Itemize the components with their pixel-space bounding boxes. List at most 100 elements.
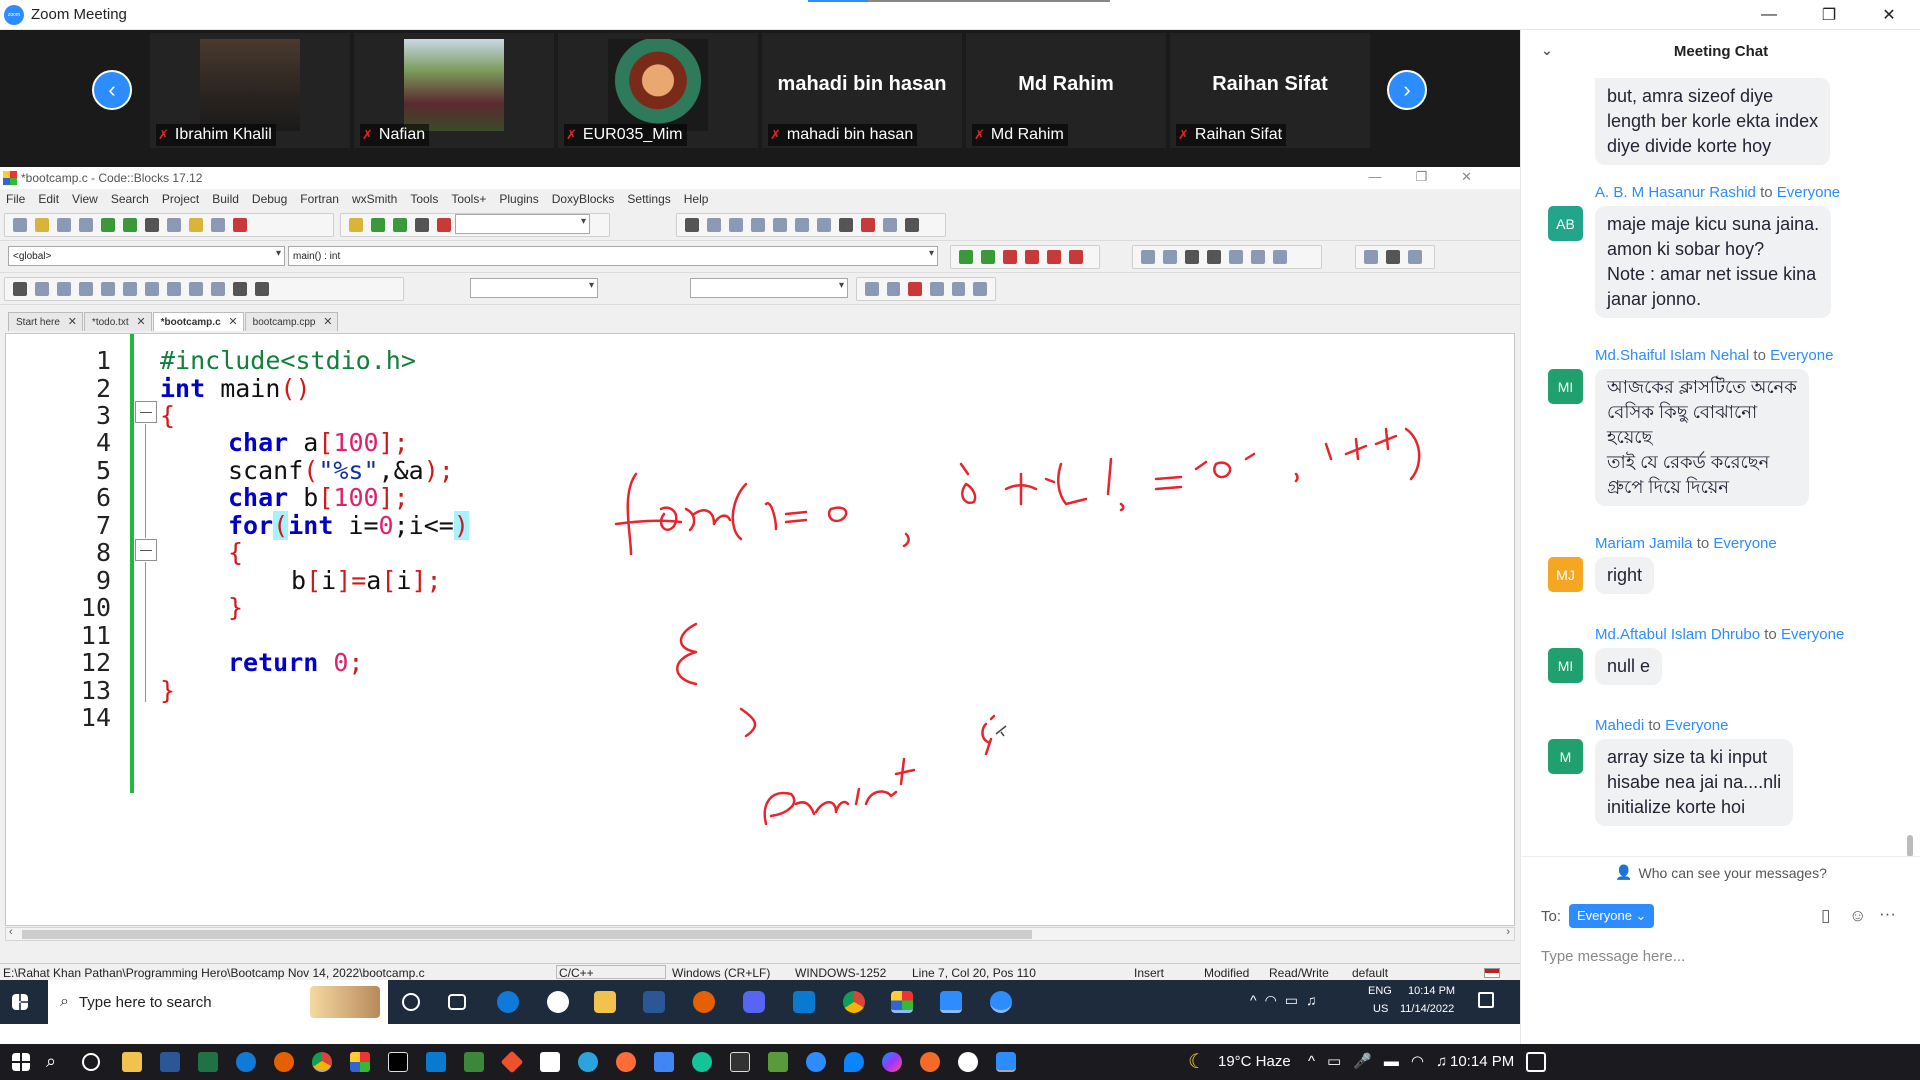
menu-settings[interactable]: Settings [627,192,670,206]
system-tray-icons[interactable]: ^▭🎤▬◠♫ [1308,1052,1459,1070]
message-sender[interactable]: A. B. M Hasanur Rashid to Everyone [1595,184,1840,201]
postman-icon[interactable] [616,1052,636,1072]
go-forward-icon[interactable] [1408,250,1422,264]
prev-bookmark-icon[interactable] [1025,250,1039,264]
tab-start-here[interactable]: Start here ✕ [8,312,83,331]
menu-wxsmith[interactable]: wxSmith [352,192,397,206]
remote-clock-date[interactable]: 11/14/2022 [1400,1003,1454,1015]
scope-combo[interactable]: <global> ▾ [8,246,285,266]
chat-scrollbar[interactable] [1907,835,1913,857]
privacy-info[interactable]: 👤 Who can see your messages? [1521,856,1920,888]
code-editor[interactable]: 1 2 3 4 5 6 7 8 9 10 11 12 13 14 #includ… [5,333,1515,926]
menu-tools-plus[interactable]: Tools+ [451,192,486,206]
app-icon[interactable] [547,991,569,1013]
run-chm-icon[interactable] [1251,250,1265,264]
menu-edit[interactable]: Edit [38,192,59,206]
find-prev-icon[interactable] [865,282,879,296]
function-combo[interactable]: main() : int ▾ [288,246,938,266]
app-icon[interactable] [768,1052,788,1072]
menu-doxyblocks[interactable]: DoxyBlocks [552,192,615,206]
next-bookmark-icon[interactable] [1047,250,1061,264]
fold-toggle-icon[interactable] [135,401,157,423]
participant-tile[interactable]: mahadi bin hasan ✗ mahadi bin hasan [762,33,962,148]
participant-tile[interactable]: ✗ Nafian [354,33,554,148]
whiteboard-icon[interactable] [940,991,962,1013]
discord-icon[interactable] [743,991,765,1013]
participant-tile[interactable]: Raihan Sifat ✗ Raihan Sifat [1170,33,1370,148]
more-icon[interactable]: ··· [1879,904,1896,924]
find-next-icon[interactable] [886,282,901,296]
doxy-config-icon[interactable] [1273,250,1287,264]
previous-page-button[interactable]: ‹ [92,70,132,110]
emoji-icon[interactable]: ☺ [1849,906,1866,926]
participant-tile[interactable]: ✗ Ibrahim Khalil [150,33,350,148]
build-icon[interactable] [349,218,363,232]
word-icon[interactable] [643,991,665,1013]
regex-icon[interactable] [973,282,988,296]
next-page-button[interactable]: › [1387,70,1427,110]
wx-text-icon[interactable] [79,282,93,296]
message-bubble[interactable]: right [1595,557,1655,594]
restore-button[interactable]: ❐ [1800,0,1858,30]
message-sender[interactable]: Mahedi to Everyone [1595,717,1728,734]
file-explorer-icon[interactable] [594,991,616,1013]
close-tab-icon[interactable]: ✕ [228,315,237,328]
remote-start-icon[interactable] [12,994,28,1010]
menu-help[interactable]: Help [684,192,709,206]
c-icon[interactable] [255,282,269,296]
wx-button-icon[interactable] [57,282,71,296]
weather-text[interactable]: 19°C Haze [1218,1053,1291,1070]
regex-combo[interactable]: ▾ [690,278,848,298]
step-into-instruction-icon[interactable] [817,218,831,232]
close-tab-icon[interactable]: ✕ [68,315,77,328]
message-sender[interactable]: Mariam Jamila to Everyone [1595,535,1777,552]
start-icon[interactable] [12,1053,30,1071]
open-file-icon[interactable] [35,218,49,232]
horizontal-scrollbar[interactable]: ‹ › [5,926,1515,941]
file-icon[interactable]: ▯ [1821,906,1830,926]
codeblocks-window-controls[interactable]: —❐✕ [1368,169,1506,185]
chrome-icon[interactable] [843,991,865,1013]
find-icon[interactable] [211,218,225,232]
tab-todo[interactable]: *todo.txt ✕ [83,312,152,331]
message-bubble[interactable]: but, amra sizeof diye length ber korle e… [1595,78,1831,165]
message-bubble[interactable]: maje maje kicu suna jaina. amon ki sobar… [1595,206,1832,318]
menu-plugins[interactable]: Plugins [499,192,538,206]
telegram-icon[interactable] [578,1052,598,1072]
clock[interactable]: 10:14 PM [1450,1053,1514,1070]
menu-fortran[interactable]: Fortran [300,192,339,206]
line-comment-icon[interactable] [1207,250,1221,264]
word-icon[interactable] [160,1052,180,1072]
jump-forward-icon[interactable] [981,250,995,264]
remote-clock-time[interactable]: 10:14 PM [1408,985,1455,997]
vscode-icon[interactable] [793,991,815,1013]
file-explorer-icon[interactable] [122,1052,142,1072]
task-view-icon[interactable] [448,994,466,1010]
vscode-icon[interactable] [426,1052,446,1072]
message-bubble[interactable]: null e [1595,648,1663,685]
participant-tile[interactable]: ✗ EUR035_Mim [558,33,758,148]
pointer-icon[interactable] [13,282,27,296]
run-html-icon[interactable] [1229,250,1243,264]
search-icon[interactable]: ⌕ [46,1051,56,1072]
nodejs-icon[interactable] [464,1052,484,1072]
firefox-icon[interactable] [693,991,715,1013]
wx-list-icon[interactable] [101,282,115,296]
scroll-right-icon[interactable]: › [1506,926,1510,938]
tab-bootcamp-cpp[interactable]: bootcamp.cpp ✕ [244,312,339,331]
brave-icon[interactable] [920,1052,940,1072]
maps-icon[interactable] [844,1052,864,1072]
messenger-icon[interactable] [882,1052,902,1072]
calendar-icon[interactable] [654,1052,674,1072]
new-file-icon[interactable] [13,218,27,232]
scrollbar-thumb[interactable] [22,930,1032,939]
pycharm-icon[interactable] [388,1052,408,1072]
menu-debug[interactable]: Debug [252,192,287,206]
weather-icon[interactable]: ☾ [1188,1049,1206,1074]
edge-icon[interactable] [236,1052,256,1072]
notification-icon[interactable] [1478,992,1494,1008]
notification-center-icon[interactable] [1526,1052,1546,1072]
wx-box-icon[interactable] [167,282,181,296]
git-icon[interactable] [500,1050,524,1074]
chrome-icon[interactable] [312,1052,332,1072]
